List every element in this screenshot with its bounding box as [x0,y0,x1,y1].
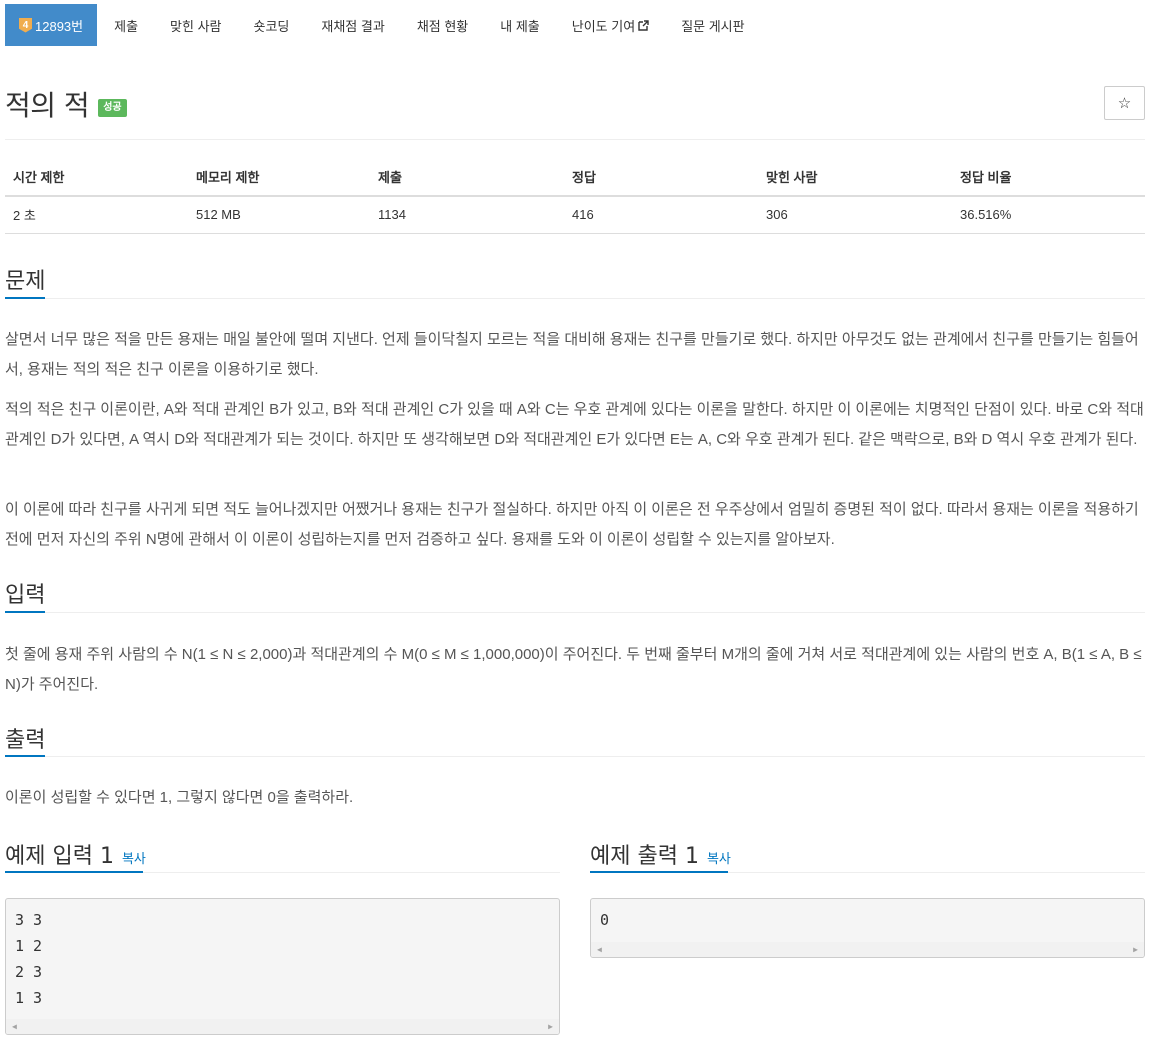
arrow-right-icon[interactable]: ▶ [548,1022,553,1031]
arrow-left-icon[interactable]: ◀ [597,945,602,954]
nav-difficulty-contribution[interactable]: 난이도 기여 [556,4,665,46]
output-underline [5,755,45,757]
input-underline [5,611,45,613]
title-divider [5,139,1145,140]
header-memory-limit: 메모리 제한 [188,158,370,197]
problem-title: 적의 적 [5,89,90,122]
header-accepted: 정답 [564,158,758,197]
description-divider [5,298,1145,299]
nav-submit[interactable]: 제출 [97,4,154,46]
description-paragraph-3: 이 이론에 따라 친구를 사귀게 되면 적도 늘어나겠지만 어쨌거나 용재는 친… [5,501,1139,548]
page: 4 12893번 제출 맞힌 사람 숏코딩 재채점 결과 채점 현황 내 제출 … [0,0,1151,1049]
accepted-users-value: 306 [758,196,952,234]
description-underline [5,297,45,299]
input-description: 첫 줄에 용재 주위 사람의 수 N(1 ≤ N ≤ 2,000)과 적대관계의… [5,646,1142,693]
sample-output-code: 0 [600,911,610,929]
nav-my-submissions[interactable]: 내 제출 [484,4,556,46]
sample-input-heading: 예제 입력 1 복사 [5,838,146,870]
input-title: 입력 [5,583,46,608]
level-badge: 4 [19,17,32,33]
sample-input-code: 3 3 1 2 2 3 1 3 [15,911,43,1007]
problem-menu: 4 12893번 제출 맞힌 사람 숏코딩 재채점 결과 채점 현황 내 제출 … [5,4,761,46]
sample-input-box[interactable]: 3 3 1 2 2 3 1 3 ◀ ▶ [5,898,560,1035]
star-icon: ☆ [1117,95,1132,112]
submissions-value: 1134 [370,196,564,234]
sample-input-title: 예제 입력 1 [5,844,114,869]
nav-short-coding[interactable]: 숏코딩 [238,4,306,46]
description-paragraph-2: 적의 적은 친구 이론이란, A와 적대 관계인 B가 있고, B와 적대 관계… [5,401,1144,448]
header-accepted-users: 맞힌 사람 [758,158,952,197]
description-title: 문제 [5,269,46,294]
header-time-limit: 시간 제한 [5,158,188,197]
description-paragraph-1: 살면서 너무 많은 적을 만든 용재는 매일 불안에 떨며 지낸다. 언제 들이… [5,331,1139,378]
nav-judge-status[interactable]: 채점 현황 [401,4,484,46]
info-header-row: 시간 제한 메모리 제한 제출 정답 맞힌 사람 정답 비율 [5,158,1145,197]
sample-input-underline [5,871,143,873]
sample-output-underline [590,871,728,873]
arrow-left-icon[interactable]: ◀ [12,1022,17,1031]
info-value-row: 2 초 512 MB 1134 416 306 36.516% [5,196,1145,234]
problem-number: 12893번 [35,18,84,34]
arrow-right-icon[interactable]: ▶ [1133,945,1138,954]
output-description: 이론이 성립할 수 있다면 1, 그렇지 않다면 0을 출력하라. [5,789,354,806]
status-badge: 성공 [98,99,127,117]
nav-difficulty-label: 난이도 기여 [571,18,636,34]
external-link-icon [638,19,649,31]
input-divider [5,612,1145,613]
title-row: 적의 적 성공 [5,84,127,124]
favorite-button[interactable]: ☆ [1104,86,1145,120]
nav-question-board[interactable]: 질문 게시판 [665,4,760,46]
sample-output-title: 예제 출력 1 [590,844,699,869]
copy-sample-input-button[interactable]: 복사 [122,852,146,867]
output-divider [5,756,1145,757]
header-submissions: 제출 [370,158,564,197]
nav-rejudge-results[interactable]: 재채점 결과 [305,4,400,46]
problem-info-table: 시간 제한 메모리 제한 제출 정답 맞힌 사람 정답 비율 2 초 512 M… [5,158,1145,234]
sample-input-scrollbar[interactable]: ◀ ▶ [6,1019,559,1034]
nav-problem-number[interactable]: 4 12893번 [5,4,98,46]
sample-output-heading: 예제 출력 1 복사 [590,838,731,870]
time-limit-value: 2 초 [5,196,188,234]
accept-ratio-value: 36.516% [952,196,1145,234]
nav-accepted-users[interactable]: 맞힌 사람 [154,4,237,46]
memory-limit-value: 512 MB [188,196,370,234]
sample-output-scrollbar[interactable]: ◀ ▶ [591,942,1144,957]
accepted-value: 416 [564,196,758,234]
copy-sample-output-button[interactable]: 복사 [707,852,731,867]
output-title: 출력 [5,728,46,753]
header-accept-ratio: 정답 비율 [952,158,1145,197]
sample-output-box[interactable]: 0 ◀ ▶ [590,898,1145,958]
